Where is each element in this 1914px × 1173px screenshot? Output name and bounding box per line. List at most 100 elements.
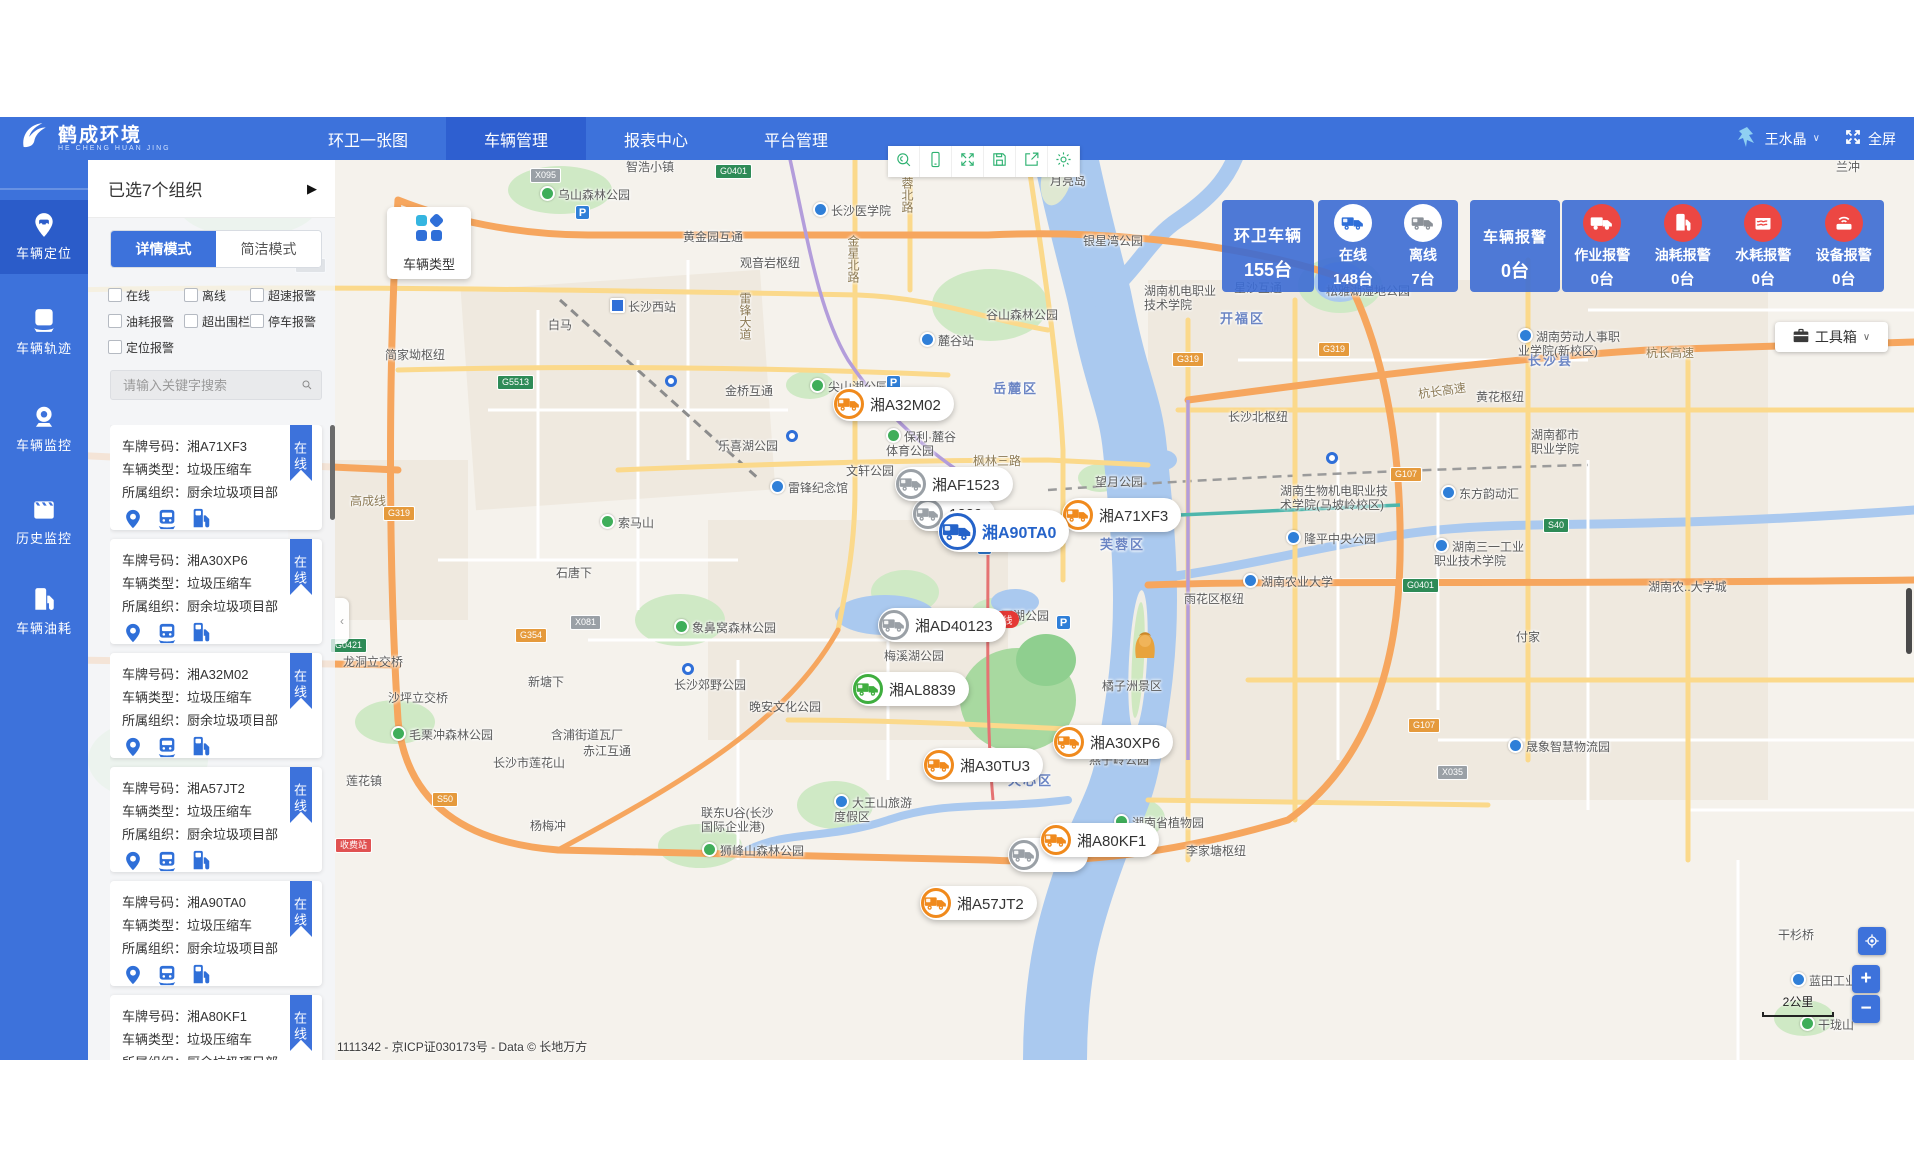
toolbar-icon-button[interactable] <box>984 146 1016 177</box>
main-menu: 环卫一张图 车辆管理 报表中心 平台管理 <box>290 117 866 160</box>
map-label: 长沙郊野公园 <box>674 678 746 692</box>
checkbox[interactable] <box>184 314 198 328</box>
vehicle-marker[interactable]: 湘A30XP6 <box>1053 725 1173 759</box>
filter-checkbox-item[interactable]: 定位报警 <box>108 334 184 360</box>
map-label: 赤江互通 <box>583 744 631 758</box>
vehicle-card[interactable]: 车牌号码：湘A30XP6 车辆类型：垃圾压缩车 所属组织：厨余垃圾项目部 在线 <box>110 539 322 644</box>
checkbox[interactable] <box>184 288 198 302</box>
fuel-vehicle-icon[interactable] <box>190 964 212 986</box>
stat-alarm-item: 油耗报警 0台 <box>1647 204 1719 289</box>
menu-item[interactable]: 环卫一张图 <box>290 117 446 160</box>
track-vehicle-icon[interactable] <box>156 964 178 986</box>
vehicle-marker[interactable]: 湘AF1523 <box>895 467 1013 501</box>
mode-tab[interactable]: 简洁模式 <box>216 231 321 267</box>
checkbox[interactable] <box>250 314 264 328</box>
zoom-in-button[interactable]: + <box>1852 965 1880 993</box>
vehicle-marker[interactable]: 湘A57JT2 <box>920 886 1037 920</box>
track-vehicle-icon[interactable] <box>156 850 178 872</box>
checkbox[interactable] <box>108 340 122 354</box>
checkbox[interactable] <box>108 288 122 302</box>
search-icon[interactable] <box>301 377 313 393</box>
vehicle-marker-truck-icon <box>939 513 976 550</box>
toolbar-icon-button[interactable] <box>920 146 952 177</box>
map-scale: 2公里 <box>1762 993 1834 1017</box>
vehicle-marker[interactable]: 湘A71XF3 <box>1062 498 1181 532</box>
sidebar-item[interactable]: 车辆油耗 <box>0 575 88 649</box>
toolbar-icon-button[interactable] <box>888 146 920 177</box>
stat-panel-total: 环卫车辆 155台 <box>1222 200 1314 292</box>
track-vehicle-icon[interactable] <box>156 508 178 530</box>
map-canvas[interactable]: 智浩小镇 乌山森林公园 长沙医学院 月亮岛 兰冲 黄金园互通 银星湾公园 观音岩… <box>88 160 1914 1060</box>
vehicle-marker[interactable]: 湘A32M02 <box>833 387 954 421</box>
track-vehicle-icon[interactable] <box>156 736 178 758</box>
fullscreen-label: 全屏 <box>1868 129 1896 149</box>
locate-vehicle-icon[interactable] <box>122 850 144 872</box>
road-shield: G0401 <box>715 164 752 179</box>
vehicle-plate: 湘A90TA0 <box>187 895 246 910</box>
map-label: 望月公园 <box>1095 475 1143 489</box>
vehicle-marker-plate: 湘AF1523 <box>932 474 1000 495</box>
menu-item[interactable]: 平台管理 <box>726 117 866 160</box>
filter-checkbox-item[interactable]: 超速报警 <box>250 282 324 308</box>
vehicle-plate: 湘A30XP6 <box>187 553 248 568</box>
fuel-vehicle-icon[interactable] <box>190 508 212 530</box>
vehicle-marker-plate: 湘AD40123 <box>915 615 993 636</box>
page-scrollbar[interactable] <box>1906 588 1912 654</box>
locate-vehicle-icon[interactable] <box>122 622 144 644</box>
vehicle-panel: 已选7个组织 ▶ 详情模式 简洁模式 在线 离线 <box>88 160 335 1060</box>
toolbar-icon-button[interactable] <box>1048 146 1080 177</box>
sidebar-item[interactable]: 历史监控 <box>0 485 88 559</box>
map-label: 谷山森林公园 <box>986 308 1058 322</box>
fuel-vehicle-icon[interactable] <box>190 736 212 758</box>
track-vehicle-icon[interactable] <box>156 622 178 644</box>
panel-collapse-handle[interactable]: ‹ <box>335 598 349 644</box>
sidebar-item-label: 车辆定位 <box>16 243 72 262</box>
expand-right-icon[interactable]: ▶ <box>307 181 317 197</box>
fuel-vehicle-icon[interactable] <box>190 622 212 644</box>
list-scrollbar[interactable] <box>330 425 335 520</box>
fullscreen-button[interactable]: 全屏 <box>1844 128 1896 149</box>
vehicle-marker-plate: 湘A90TA0 <box>982 519 1056 543</box>
vehicle-marker[interactable]: 湘AD40123 <box>878 608 1006 642</box>
locate-me-button[interactable] <box>1858 927 1886 955</box>
vehicle-org: 厨余垃圾项目部 <box>187 1055 278 1060</box>
map-label: 东方韵动汇 <box>1441 485 1519 501</box>
vehicle-card[interactable]: 车牌号码：湘A57JT2 车辆类型：垃圾压缩车 所属组织：厨余垃圾项目部 在线 <box>110 767 322 872</box>
vehicle-type-button[interactable]: 车辆类型 <box>387 207 471 279</box>
toolbox-button[interactable]: 工具箱 ∨ <box>1775 322 1888 352</box>
vehicle-marker[interactable]: 湘AL8839 <box>852 672 969 706</box>
sidebar-item[interactable]: 车辆定位 <box>0 200 88 274</box>
org-selector[interactable]: 已选7个组织 ▶ <box>88 160 335 218</box>
filter-checkbox-item[interactable]: 停车报警 <box>250 308 324 334</box>
zoom-out-button[interactable]: − <box>1852 995 1880 1023</box>
fuel-vehicle-icon[interactable] <box>190 850 212 872</box>
map-label: 含浦街道瓦厂 <box>551 728 623 742</box>
mode-tab[interactable]: 详情模式 <box>111 231 216 267</box>
checkbox[interactable] <box>250 288 264 302</box>
vehicle-card[interactable]: 车牌号码：湘A80KF1 车辆类型：垃圾压缩车 所属组织：厨余垃圾项目部 在线 <box>110 995 322 1060</box>
filter-checkbox-item[interactable]: 离线 <box>184 282 250 308</box>
search-input[interactable] <box>121 377 301 394</box>
vehicle-card[interactable]: 车牌号码：湘A90TA0 车辆类型：垃圾压缩车 所属组织：厨余垃圾项目部 在线 <box>110 881 322 986</box>
filter-checkbox-item[interactable]: 超出围栏 <box>184 308 250 334</box>
sidebar-item[interactable]: 车辆轨迹 <box>0 295 88 369</box>
toolbar-icon-button[interactable] <box>1016 146 1048 177</box>
locate-vehicle-icon[interactable] <box>122 736 144 758</box>
user-menu[interactable]: 王水晶 ∨ <box>1735 125 1820 152</box>
filter-checkbox-item[interactable]: 在线 <box>108 282 184 308</box>
toolbar-icon-button[interactable] <box>952 146 984 177</box>
vehicle-marker[interactable]: 湘A90TA0 <box>938 510 1069 552</box>
road-shield: S50 <box>432 792 458 807</box>
menu-item[interactable]: 报表中心 <box>586 117 726 160</box>
map-label: 联东U谷(长沙 国际企业港) <box>701 806 774 834</box>
sidebar-item[interactable]: 车辆监控 <box>0 392 88 466</box>
vehicle-card[interactable]: 车牌号码：湘A32M02 车辆类型：垃圾压缩车 所属组织：厨余垃圾项目部 在线 <box>110 653 322 758</box>
filter-checkbox-item[interactable]: 油耗报警 <box>108 308 184 334</box>
locate-vehicle-icon[interactable] <box>122 508 144 530</box>
menu-item[interactable]: 车辆管理 <box>446 117 586 160</box>
vehicle-marker[interactable]: 湘A80KF1 <box>1040 823 1159 857</box>
checkbox[interactable] <box>108 314 122 328</box>
locate-vehicle-icon[interactable] <box>122 964 144 986</box>
vehicle-marker[interactable]: 湘A30TU3 <box>923 748 1043 782</box>
vehicle-card[interactable]: 车牌号码：湘A71XF3 车辆类型：垃圾压缩车 所属组织：厨余垃圾项目部 在线 <box>110 425 322 530</box>
